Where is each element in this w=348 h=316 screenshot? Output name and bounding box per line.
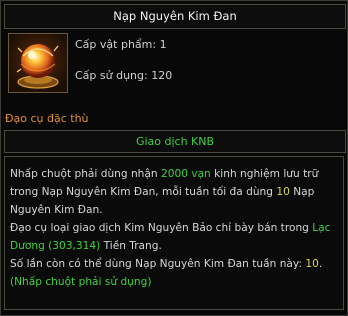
description-text: . [318,258,323,270]
trade-type-label: Giao dịch KNB [4,130,346,153]
description-text: Tiền Trang. [100,240,162,252]
use-level-label: Cấp sử dụng: 120 [75,69,173,82]
item-tooltip: Nạp Nguyên Kim Đan Cấp vật phẩm: 1 Cấp s… [0,0,348,316]
item-name-title: Nạp Nguyên Kim Đan [4,4,346,29]
weekly-limit-count: 10 [276,186,290,198]
description-paragraph-exp: Nhấp chuột phải dùng nhận 2000 vạn kinh … [10,165,339,219]
item-icon-slot [8,33,68,93]
use-hint: (Nhấp chuột phải sử dụng) [10,276,152,288]
description-text: Nhấp chuột phải dùng nhận [10,168,161,180]
golden-elixir-orb-icon [9,34,67,92]
exp-amount: 2000 vạn [160,168,211,180]
description-text: Đạo cụ loại giao dịch Kim Nguyên Bảo chỉ… [10,222,313,234]
remaining-uses-count: 10 [305,258,319,270]
description-text: Số lần còn có thể dùng Nạp Nguyên Kim Đa… [10,258,306,270]
description-paragraph-remaining: Số lần còn có thể dùng Nạp Nguyên Kim Đa… [10,255,339,273]
item-level-label: Cấp vật phẩm: 1 [75,38,167,51]
item-description: Nhấp chuột phải dùng nhận 2000 vạn kinh … [4,156,344,310]
description-paragraph-shop: Đạo cụ loại giao dịch Kim Nguyên Bảo chỉ… [10,219,339,255]
special-item-label: Đạo cụ đặc thù [5,112,89,125]
